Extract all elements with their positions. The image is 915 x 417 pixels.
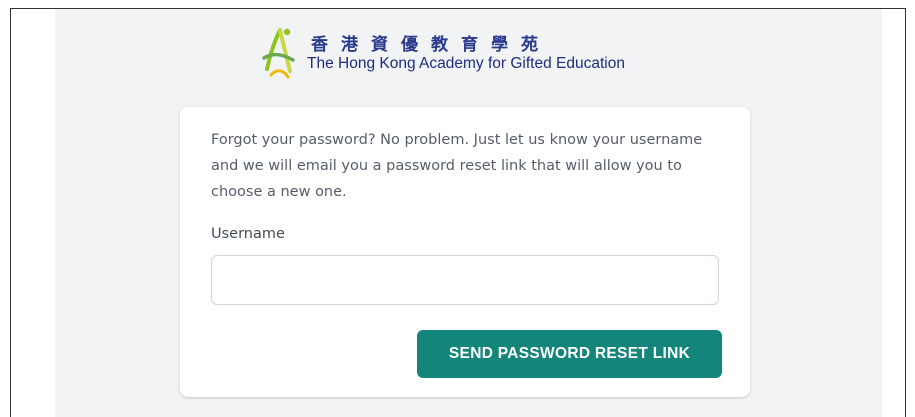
academy-logo[interactable]: 香港資優教育學苑 The Hong Kong Academy for Gifte…: [261, 23, 681, 83]
logo-chinese-name: 香港資優教育學苑: [311, 35, 551, 55]
academy-logo-icon: [262, 28, 295, 79]
password-reset-card: Forgot your password? No problem. Just l…: [180, 107, 750, 397]
page-background: 香港資優教育學苑 The Hong Kong Academy for Gifte…: [55, 9, 882, 417]
username-label: Username: [211, 226, 285, 242]
intro-text: Forgot your password? No problem. Just l…: [211, 132, 703, 200]
frame-left-border: [10, 8, 11, 417]
username-input[interactable]: [211, 255, 719, 305]
send-password-reset-link-button[interactable]: SEND PASSWORD RESET LINK: [417, 330, 722, 378]
frame-right-border: [905, 8, 906, 417]
logo-english-name: The Hong Kong Academy for Gifted Educati…: [307, 55, 625, 72]
